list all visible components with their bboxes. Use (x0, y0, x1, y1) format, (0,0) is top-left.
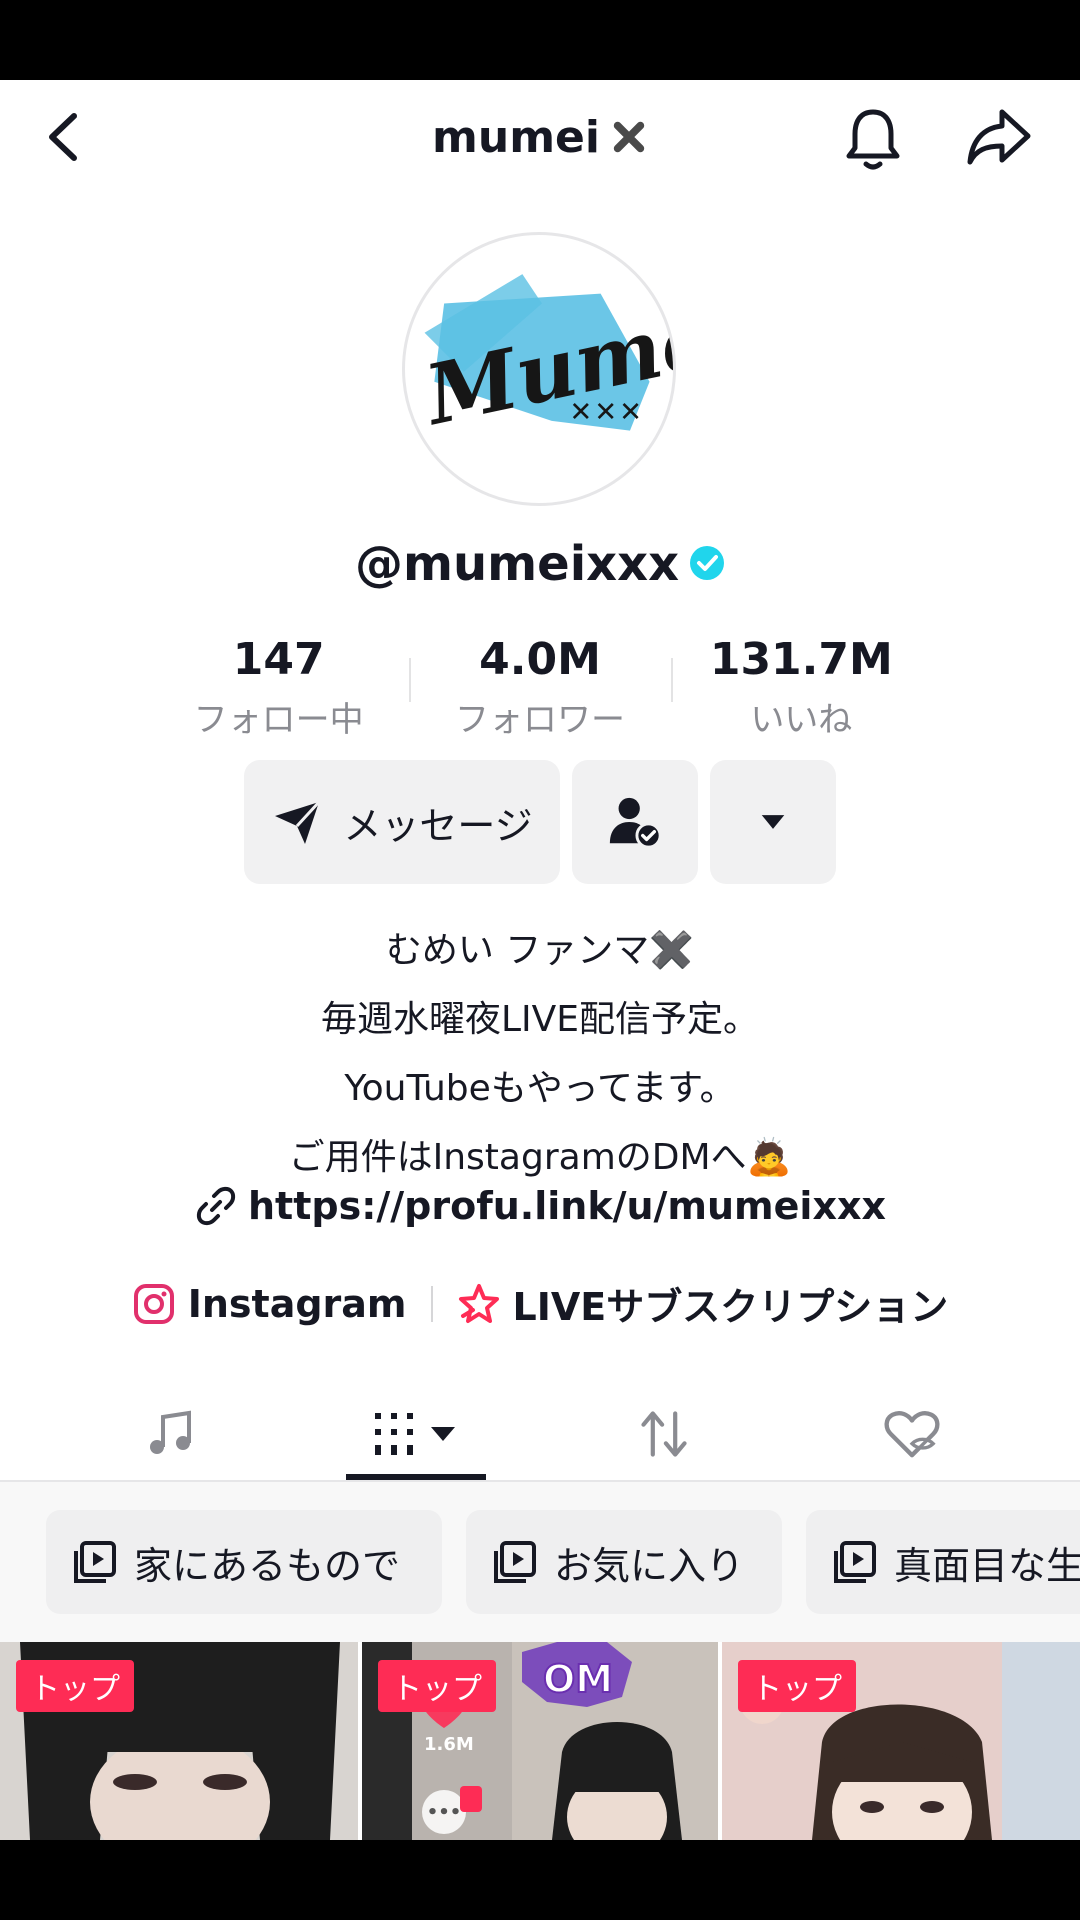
playlist-label: お気に入り (554, 1543, 745, 1588)
following-count: 147 (232, 634, 325, 685)
bio-link[interactable]: https://profu.link/u/mumeixxx (0, 1184, 1080, 1231)
tab-reposts[interactable] (594, 1386, 734, 1482)
bio: むめい ファンマ✖️ 毎週水曜夜LIVE配信予定。 YouTubeもやってます。… (0, 916, 1080, 1192)
user-check-icon (609, 797, 662, 849)
tab-music[interactable] (100, 1386, 240, 1482)
playlist-chip[interactable]: 家にあるもので (46, 1510, 442, 1614)
top-badge: トップ (378, 1660, 496, 1712)
likes-label: いいね (750, 700, 853, 740)
message-button[interactable]: メッセージ (244, 760, 560, 884)
video-grid-icon (375, 1413, 455, 1455)
live-subscription-label: LIVEサブスクリプション (512, 1285, 949, 1329)
bio-line: ご用件はInstagramのDMへ🙇 (288, 1137, 792, 1178)
tab-videos[interactable] (346, 1386, 486, 1482)
bottom-bar (0, 1840, 1080, 1920)
share-button[interactable] (964, 106, 1034, 168)
following-label: フォロー中 (193, 700, 364, 740)
header: mumei (0, 80, 1080, 200)
page-title: mumei (0, 112, 1080, 163)
playlist-row: 家にあるもので お気に入り 真面目な生 (0, 1482, 1080, 1642)
social-links: Instagram LIVEサブスクリプション (0, 1276, 1080, 1331)
profile-handle-row: @mumeixxx (0, 536, 1080, 592)
message-label: メッセージ (343, 803, 533, 848)
video-thumbnail[interactable]: トップ (722, 1642, 1080, 1840)
profile-screen: mumei Mumei ✕✕✕ @mumeixxx 147 フォロー中 4.0M… (0, 80, 1080, 1840)
playlist-chip[interactable]: 真面目な生 (806, 1510, 1080, 1614)
heart-hidden-icon (884, 1411, 940, 1458)
svg-text:✕✕✕: ✕✕✕ (569, 397, 644, 428)
following-status-button[interactable] (572, 760, 698, 884)
instagram-label: Instagram (187, 1281, 407, 1326)
likes-count: 131.7M (709, 634, 893, 685)
verified-badge-icon (690, 546, 725, 580)
like-count: 1.6M (424, 1734, 474, 1755)
instagram-link[interactable]: Instagram (132, 1282, 407, 1326)
bio-line: 毎週水曜夜LIVE配信予定。 (320, 999, 760, 1040)
title-text: mumei (432, 112, 600, 163)
svg-text:•••: ••• (427, 1802, 462, 1823)
share-arrow-icon (967, 109, 1031, 165)
bell-icon (846, 109, 900, 170)
bio-line: むめい ファンマ✖️ (385, 930, 695, 971)
followers-stat[interactable]: 4.0M フォロワー (409, 632, 670, 742)
followers-label: フォロワー (454, 700, 625, 740)
tab-liked[interactable] (842, 1386, 982, 1482)
playlist-label: 真面目な生 (894, 1543, 1080, 1588)
mumei-logo-image: Mumei ✕✕✕ (415, 274, 673, 445)
playlist-icon (74, 1541, 116, 1583)
playlist-label: 家にあるもので (134, 1543, 401, 1588)
playlist-chip[interactable]: お気に入り (466, 1510, 782, 1614)
suggested-accounts-button[interactable] (710, 760, 836, 884)
top-badge: トップ (16, 1660, 134, 1712)
video-thumbnail[interactable]: OM ••• トップ 1.6M (362, 1642, 718, 1840)
caret-down-icon (761, 815, 785, 829)
profile-handle: @mumeixxx (354, 536, 680, 592)
send-icon (275, 800, 321, 844)
status-bar (0, 0, 1080, 80)
repost-icon (641, 1411, 687, 1457)
video-grid: トップ OM ••• トップ 1.6M トップ (0, 1642, 1080, 1840)
active-tab-indicator (346, 1474, 486, 1480)
notification-button[interactable] (842, 104, 904, 174)
bio-link-text: https://profu.link/u/mumeixxx (248, 1184, 886, 1228)
playlist-icon (834, 1541, 876, 1583)
playlist-icon (494, 1541, 536, 1583)
video-thumbnail[interactable]: トップ (0, 1642, 358, 1840)
following-stat[interactable]: 147 フォロー中 (148, 632, 409, 742)
music-note-icon (150, 1410, 191, 1454)
instagram-icon (133, 1283, 174, 1324)
avatar[interactable]: Mumei ✕✕✕ (402, 232, 676, 506)
profile-stats: 147 フォロー中 4.0M フォロワー 131.7M いいね (148, 632, 932, 742)
followers-count: 4.0M (479, 634, 601, 685)
likes-stat[interactable]: 131.7M いいね (670, 632, 932, 742)
live-subscription-link[interactable]: LIVEサブスクリプション (457, 1276, 949, 1331)
top-badge: トップ (738, 1660, 856, 1712)
divider (430, 1285, 433, 1322)
link-icon (196, 1186, 236, 1225)
x-mark-icon (610, 112, 648, 163)
sticker-text: OM (543, 1657, 613, 1701)
subscription-star-icon (458, 1283, 499, 1323)
bio-line: YouTubeもやってます。 (344, 1068, 736, 1109)
content-tabs (0, 1386, 1080, 1482)
